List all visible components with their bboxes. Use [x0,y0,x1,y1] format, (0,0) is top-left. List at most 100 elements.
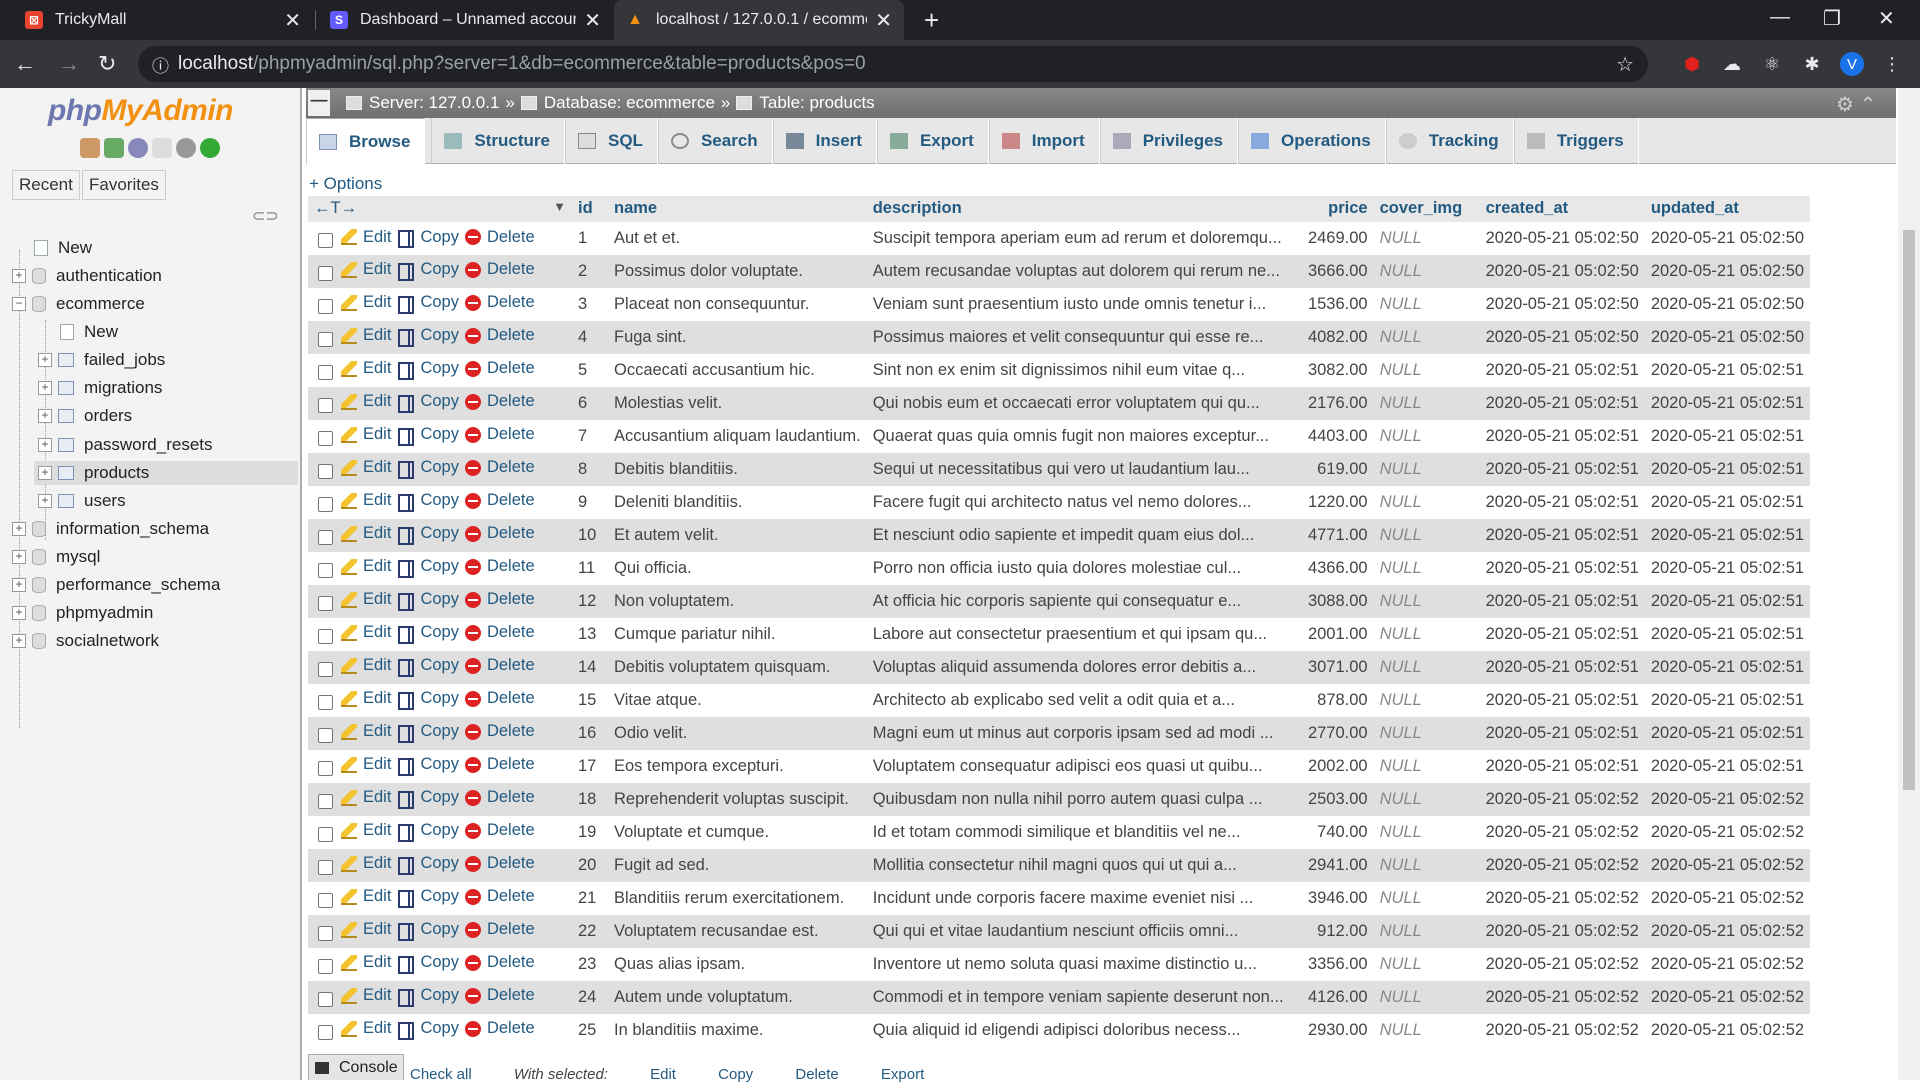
cell-updated-at[interactable]: 2020-05-21 05:02:51 [1644,651,1811,684]
cell-description[interactable]: Voluptatem consequatur adipisci eos quas… [866,750,1290,783]
new-tab-icon[interactable]: + [924,5,939,36]
cell-name[interactable]: Possimus dolor voluptate. [608,255,867,288]
copy-row-button[interactable]: Copy [397,359,459,380]
edit-row-button[interactable]: Edit [341,359,391,378]
cell-id[interactable]: 18 [572,783,608,816]
column-header-name[interactable]: name [608,196,867,223]
tree-new-table[interactable]: New [60,320,118,344]
cell-name[interactable]: Non voluptatem. [608,585,867,618]
help-icon[interactable] [128,138,148,158]
copy-row-button[interactable]: Copy [397,425,459,446]
cell-cover-img[interactable]: NULL [1373,1014,1480,1047]
cell-updated-at[interactable]: 2020-05-21 05:02:51 [1644,684,1811,717]
cell-updated-at[interactable]: 2020-05-21 05:02:50 [1644,255,1811,288]
cell-updated-at[interactable]: 2020-05-21 05:02:51 [1644,552,1811,585]
cell-created-at[interactable]: 2020-05-21 05:02:50 [1479,321,1645,354]
bulk-edit-button[interactable]: Edit [650,1066,676,1083]
cell-cover-img[interactable]: NULL [1373,981,1480,1014]
row-checkbox[interactable] [318,991,333,1007]
cell-price[interactable]: 2503.00 [1289,783,1374,816]
expand-icon[interactable]: + [12,578,26,592]
expand-icon[interactable]: + [38,466,52,480]
cell-updated-at[interactable]: 2020-05-21 05:02:51 [1644,354,1811,387]
cell-created-at[interactable]: 2020-05-21 05:02:51 [1479,387,1645,420]
cell-updated-at[interactable]: 2020-05-21 05:02:51 [1644,717,1811,750]
delete-row-button[interactable]: Delete [464,359,535,378]
cell-price[interactable]: 2176.00 [1289,387,1374,420]
cell-cover-img[interactable]: NULL [1373,882,1480,915]
expand-icon[interactable]: + [38,353,52,367]
tree-db-mysql[interactable]: + mysql [12,545,100,569]
tab-tracking[interactable]: Tracking [1385,118,1514,164]
close-tab-icon[interactable]: ✕ [584,8,601,33]
cell-cover-img[interactable]: NULL [1373,618,1480,651]
cell-name[interactable]: Cumque pariatur nihil. [608,618,867,651]
delete-row-button[interactable]: Delete [464,326,535,345]
cell-description[interactable]: Mollitia consectetur nihil magni quos qu… [866,849,1290,882]
copy-row-button[interactable]: Copy [397,986,459,1007]
edit-row-button[interactable]: Edit [341,524,391,543]
cell-updated-at[interactable]: 2020-05-21 05:02:51 [1644,519,1811,552]
edit-row-button[interactable]: Edit [341,821,391,840]
tree-db-authentication[interactable]: + authentication [12,264,162,288]
cell-updated-at[interactable]: 2020-05-21 05:02:51 [1644,585,1811,618]
cell-id[interactable]: 10 [572,519,608,552]
edit-row-button[interactable]: Edit [341,1019,391,1038]
column-header-id[interactable]: id [572,196,608,223]
tab-triggers[interactable]: Triggers [1513,118,1639,164]
cell-created-at[interactable]: 2020-05-21 05:02:51 [1479,585,1645,618]
cell-cover-img[interactable]: NULL [1373,849,1480,882]
cell-price[interactable]: 4366.00 [1289,552,1374,585]
expand-icon[interactable]: + [38,494,52,508]
copy-row-button[interactable]: Copy [397,590,459,611]
cell-price[interactable]: 2930.00 [1289,1014,1374,1047]
tree-table-password-resets[interactable]: + password_resets [38,433,213,457]
row-checkbox[interactable] [318,562,333,578]
cell-description[interactable]: Id et totam commodi similique et blandit… [866,816,1290,849]
cell-created-at[interactable]: 2020-05-21 05:02:51 [1479,684,1645,717]
browser-tab-dashboard[interactable]: S Dashboard – Unnamed account - ✕ [318,0,613,40]
row-checkbox[interactable] [318,859,333,875]
cell-price[interactable]: 1220.00 [1289,486,1374,519]
copy-row-button[interactable]: Copy [397,689,459,710]
cell-name[interactable]: Debitis blanditiis. [608,453,867,486]
address-bar[interactable]: ⓘ localhost/phpmyadmin/sql.php?server=1&… [138,46,1648,82]
row-checkbox[interactable] [318,233,333,249]
delete-row-button[interactable]: Delete [464,821,535,840]
profile-avatar[interactable]: V [1840,52,1864,76]
cell-description[interactable]: Sequi ut necessitatibus qui vero ut laud… [866,453,1290,486]
row-checkbox[interactable] [318,463,333,479]
expand-icon[interactable]: + [38,438,52,452]
docs-icon[interactable] [152,138,172,158]
cell-cover-img[interactable]: NULL [1373,321,1480,354]
copy-row-button[interactable]: Copy [397,228,459,248]
copy-row-button[interactable]: Copy [397,293,459,314]
cell-id[interactable]: 15 [572,684,608,717]
cell-cover-img[interactable]: NULL [1373,750,1480,783]
cell-id[interactable]: 16 [572,717,608,750]
cell-name[interactable]: Occaecati accusantium hic. [608,354,867,387]
copy-row-button[interactable]: Copy [397,854,459,875]
cell-updated-at[interactable]: 2020-05-21 05:02:51 [1644,387,1811,420]
tree-table-users[interactable]: + users [38,489,126,513]
cell-price[interactable]: 2001.00 [1289,618,1374,651]
cell-price[interactable]: 619.00 [1289,453,1374,486]
cell-name[interactable]: Reprehenderit voluptas suscipit. [608,783,867,816]
tab-import[interactable]: Import [988,118,1100,164]
cell-description[interactable]: Suscipit tempora aperiam eum ad rerum et… [866,222,1290,255]
cell-id[interactable]: 8 [572,453,608,486]
cell-updated-at[interactable]: 2020-05-21 05:02:51 [1644,618,1811,651]
cell-price[interactable]: 2469.00 [1289,222,1374,255]
cell-created-at[interactable]: 2020-05-21 05:02:52 [1479,849,1645,882]
recent-tab[interactable]: Recent [12,170,80,200]
cell-created-at[interactable]: 2020-05-21 05:02:52 [1479,948,1645,981]
cell-name[interactable]: Eos tempora excepturi. [608,750,867,783]
cell-updated-at[interactable]: 2020-05-21 05:02:51 [1644,486,1811,519]
cell-updated-at[interactable]: 2020-05-21 05:02:52 [1644,783,1811,816]
cell-description[interactable]: Veniam sunt praesentium iusto unde omnis… [866,288,1290,321]
cell-cover-img[interactable]: NULL [1373,453,1480,486]
delete-row-button[interactable]: Delete [464,854,535,873]
copy-row-button[interactable]: Copy [397,788,459,809]
row-checkbox[interactable] [318,760,333,776]
delete-row-button[interactable]: Delete [464,260,535,279]
